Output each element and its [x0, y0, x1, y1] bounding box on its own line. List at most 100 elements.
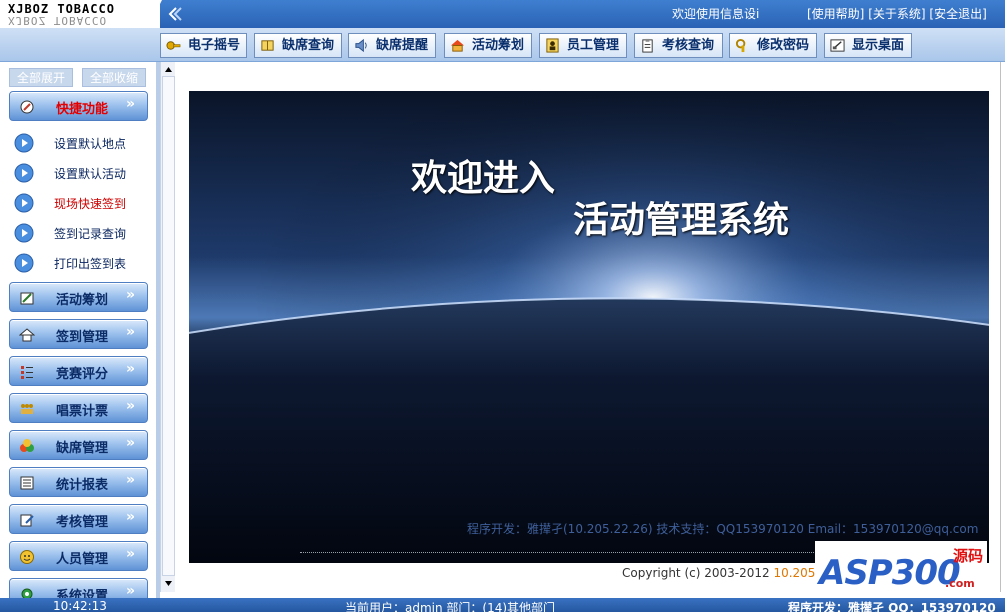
toolbar-button-assessment-query[interactable]: 考核查询	[634, 33, 723, 58]
sidebar-item-print-signin[interactable]: 打印出签到表	[14, 252, 154, 274]
sidebar-category-label: 活动筹划	[56, 293, 109, 308]
report-icon	[20, 476, 34, 490]
welcome-title-line2: 活动管理系统	[573, 200, 790, 241]
double-chevron-right-icon: »	[126, 472, 136, 488]
sidebar-category-vote-counting[interactable]: 唱票计票 »	[9, 393, 148, 423]
double-chevron-right-icon: »	[126, 361, 136, 377]
double-chevron-right-icon: »	[126, 509, 136, 525]
double-chevron-right-icon: »	[126, 546, 136, 562]
scroll-up-icon[interactable]	[163, 64, 174, 75]
sidebar-category-label: 考核管理	[56, 515, 109, 530]
sidebar-category-label: 签到管理	[56, 330, 109, 345]
sidebar-category-label: 人员管理	[56, 552, 109, 567]
toolbar-label: 显示桌面	[852, 38, 905, 53]
sidebar-item-label: 设置默认活动	[54, 167, 127, 181]
header-links: [使用帮助] [关于系统] [安全退出]	[807, 5, 987, 22]
sidebar-category-signin-management[interactable]: 签到管理 »	[9, 319, 148, 349]
toolbar-label: 修改密码	[757, 38, 810, 53]
desktop-icon	[830, 39, 845, 52]
toolbar-label: 缺席提醒	[376, 38, 429, 53]
sidebar-item-quick-signin[interactable]: 现场快速签到	[14, 192, 154, 214]
watermark-cn: 源码	[953, 547, 984, 565]
book-icon	[261, 40, 274, 51]
sidebar-item-default-activity[interactable]: 设置默认活动	[14, 162, 154, 184]
double-chevron-right-icon: »	[126, 398, 136, 414]
status-time: 10:42:13	[53, 599, 107, 612]
sidebar-category-label: 统计报表	[56, 478, 109, 493]
sidebar-category-competition-scoring[interactable]: 竞赛评分 »	[9, 356, 148, 386]
double-chevron-right-icon: »	[126, 324, 136, 340]
dotted-divider	[300, 552, 820, 553]
toolbar: 电子摇号 缺席查询 缺席提醒 活动筹划 员工管理 考核查询 修改密码 显示桌面	[0, 28, 1005, 62]
sidebar-item-label: 现场快速签到	[54, 197, 127, 211]
key-icon	[166, 41, 181, 50]
pen-icon	[20, 514, 34, 527]
collapse-sidebar-icon[interactable]	[166, 5, 184, 23]
space-horizon-background	[189, 91, 989, 563]
sidebar-category-quick[interactable]: 快捷功能 »	[9, 91, 148, 121]
scroll-down-icon[interactable]	[163, 578, 174, 589]
sidebar-category-statistics-reports[interactable]: 统计报表 »	[9, 467, 148, 497]
logout-link[interactable]: [安全退出]	[929, 7, 986, 21]
expand-all-button[interactable]: 全部展开	[9, 68, 73, 87]
toolbar-button-staff-management[interactable]: 员工管理	[539, 33, 627, 58]
play-circle-icon	[14, 253, 34, 273]
sidebar-item-label: 设置默认地点	[54, 137, 127, 151]
clipboard-icon	[642, 38, 653, 53]
toolbar-label: 考核查询	[662, 38, 715, 53]
welcome-text: 欢迎使用信息设i	[672, 7, 760, 21]
sidebar-category-personnel-management[interactable]: 人员管理 »	[9, 541, 148, 571]
scrollbar-thumb[interactable]	[162, 76, 175, 576]
toolbar-label: 员工管理	[567, 38, 620, 53]
double-chevron-right-icon: »	[126, 96, 136, 112]
toolbar-button-activity-planning[interactable]: 活动筹划	[444, 33, 532, 58]
sidebar-category-label: 唱票计票	[56, 404, 109, 419]
double-chevron-right-icon: »	[126, 435, 136, 451]
watermark-com: .com	[945, 577, 975, 590]
welcome-banner: 欢迎进入 活动管理系统 程序开发：雅撵孑(10.205.22.26) 技术支持：…	[189, 91, 989, 563]
person-icon	[546, 38, 559, 53]
status-user: 当前用户：admin 部门：(14)其他部门	[345, 601, 556, 612]
house-icon	[19, 328, 35, 342]
top-header: XJBOZ TOBACCO XJBOZ TOBACCO 欢迎使用信息设i [使用…	[0, 0, 1005, 28]
sidebar-category-assessment-management[interactable]: 考核管理 »	[9, 504, 148, 534]
asp300-watermark: ASP300 源码 .com	[815, 541, 987, 593]
toolbar-button-absence-reminder[interactable]: 缺席提醒	[348, 33, 436, 58]
help-link[interactable]: [使用帮助]	[807, 7, 864, 21]
collapse-all-button[interactable]: 全部收缩	[82, 68, 146, 87]
speaker-icon	[355, 38, 367, 53]
lock-icon	[735, 38, 746, 53]
sidebar-item-signin-records[interactable]: 签到记录查询	[14, 222, 154, 244]
toolbar-button-absence-query[interactable]: 缺席查询	[254, 33, 342, 58]
list-icon	[21, 366, 33, 379]
logo: XJBOZ TOBACCO XJBOZ TOBACCO	[0, 0, 160, 28]
people-icon	[21, 404, 33, 414]
sidebar-category-absence-management[interactable]: 缺席管理 »	[9, 430, 148, 460]
sidebar-category-activity-planning[interactable]: 活动筹划 »	[9, 282, 148, 312]
toolbar-button-show-desktop[interactable]: 显示桌面	[824, 33, 912, 58]
sidebar-category-system-settings[interactable]: 系统设置 »	[9, 578, 148, 598]
sidebar-item-default-location[interactable]: 设置默认地点	[14, 132, 154, 154]
sidebar-item-label: 打印出签到表	[54, 257, 127, 271]
edit-icon	[20, 292, 34, 305]
shapes-icon	[20, 439, 34, 452]
logo-notch	[148, 0, 162, 28]
status-developer: 程序开发：雅撵孑 QQ：153970120	[788, 601, 996, 612]
smiley-icon	[20, 550, 34, 564]
sidebar-scrollbar[interactable]	[160, 62, 175, 592]
double-chevron-right-icon: »	[126, 287, 136, 303]
about-link[interactable]: [关于系统]	[868, 7, 925, 21]
play-circle-icon	[14, 193, 34, 213]
toolbar-button-change-password[interactable]: 修改密码	[729, 33, 817, 58]
wrench-icon	[20, 100, 34, 114]
house-icon	[450, 39, 465, 52]
watermark-text: ASP300	[819, 553, 961, 593]
toolbar-button-lottery[interactable]: 电子摇号	[160, 33, 247, 58]
sidebar-category-label: 快捷功能	[56, 102, 109, 117]
banner-credit-text: 程序开发：雅撵孑(10.205.22.26) 技术支持：QQ153970120 …	[467, 522, 979, 536]
toolbar-label: 缺席查询	[282, 38, 335, 53]
gear-icon	[21, 588, 33, 598]
status-bar: 10:42:13 当前用户：admin 部门：(14)其他部门 程序开发：雅撵孑…	[0, 598, 1005, 612]
content-right-border	[1000, 62, 1005, 592]
sidebar: 全部展开 全部收缩 快捷功能 » 设置默认地点 设置默认活动 现场快速签到 签到…	[0, 62, 160, 598]
